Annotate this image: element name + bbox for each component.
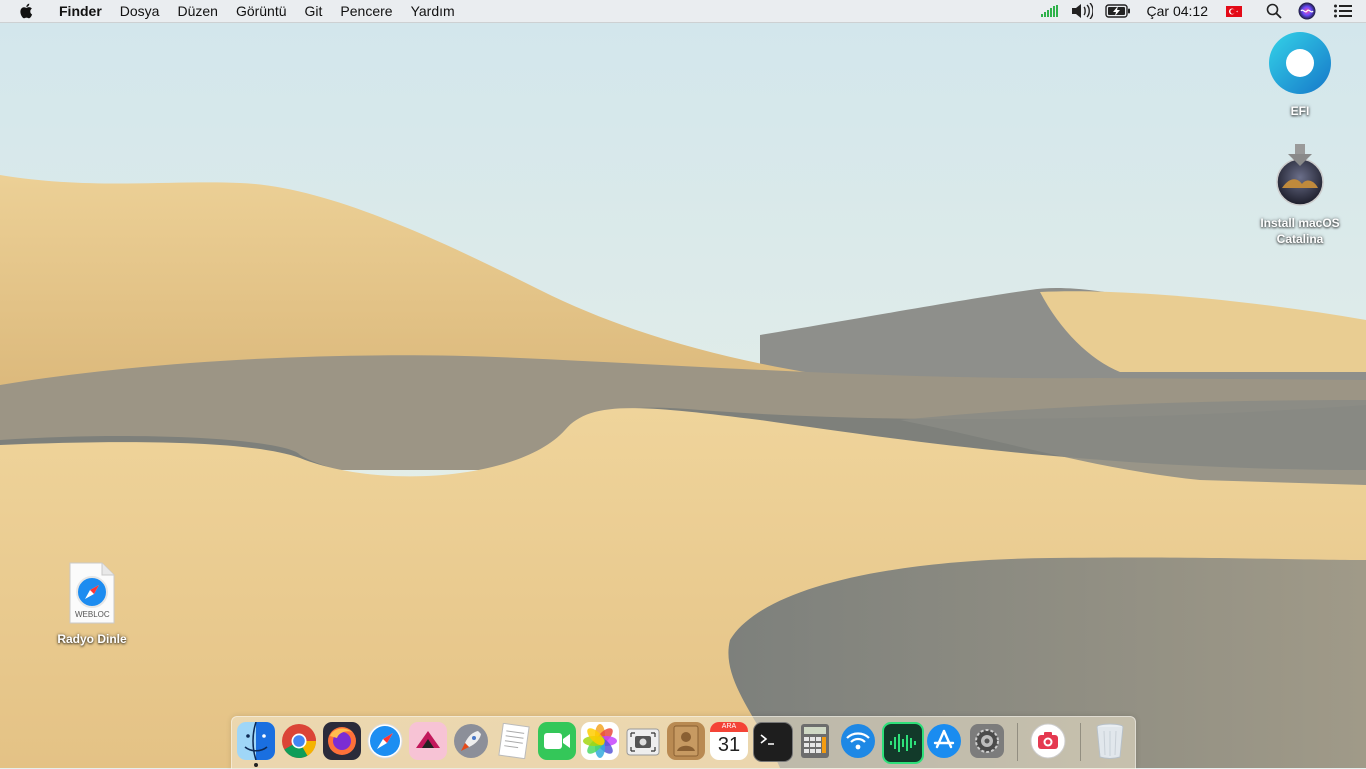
dock-photo-booth-icon[interactable] [1029,722,1067,760]
dock-trash-icon[interactable] [1091,722,1129,760]
install-catalina-icon [1276,144,1324,206]
dock-terminal-icon[interactable] [753,722,793,762]
turkish-flag-icon[interactable] [1226,0,1242,22]
spotlight-search-icon[interactable] [1266,0,1282,22]
desktop-icon-efi[interactable]: EFI [1245,30,1355,119]
notification-center-icon[interactable] [1334,0,1352,22]
desktop-wallpaper [0,0,1366,768]
dock-finder-icon[interactable] [237,722,275,760]
menu-bar-right: Çar 04:12 [1035,0,1366,22]
dock-chrome-icon[interactable] [280,722,318,760]
desktop-icon-label-line-2: Catalina [1276,232,1324,246]
battery-charging-icon[interactable] [1104,0,1131,22]
apple-menu-icon[interactable] [18,2,36,20]
dock-calculator-icon[interactable] [796,722,834,760]
dock-app-store-icon[interactable] [925,722,963,760]
dock-firefox-icon[interactable] [323,722,361,760]
dock-calendar-icon[interactable]: ARA 31 [710,722,748,760]
dock-separator-2 [1080,723,1081,761]
menu-git[interactable]: Git [296,0,332,22]
dock-wifi-utility-icon[interactable] [839,722,877,760]
webloc-badge: WEBLOC [75,610,110,619]
dock-system-preferences-icon[interactable] [968,722,1006,760]
desktop-icon-label: EFI [1290,104,1310,118]
menu-bar: Finder Dosya Düzen Görüntü Git Pencere Y… [0,0,1366,23]
menu-duzen[interactable]: Düzen [168,0,226,22]
dock-safari-icon[interactable] [366,722,404,760]
calendar-day: 31 [717,734,741,756]
menu-app-finder[interactable]: Finder [50,0,111,22]
desktop-icon-label: Radyo Dinle [57,632,127,646]
dock-photos-icon[interactable] [581,722,619,760]
dock-launchpad-icon[interactable] [452,722,490,760]
siri-icon[interactable] [1298,0,1316,22]
menu-bar-left: Finder Dosya Düzen Görüntü Git Pencere Y… [0,0,464,22]
dock-separator [1017,723,1018,761]
signal-strength-icon[interactable] [1040,0,1059,22]
efi-drive-icon [1269,32,1331,94]
dock-screenshot-icon[interactable] [624,722,662,760]
menu-yardim[interactable]: Yardım [402,0,464,22]
dock-affinity-icon[interactable] [409,722,447,760]
calendar-month: ARA [710,722,748,732]
dock-textedit-icon[interactable] [495,722,533,760]
desktop-icon-install-catalina[interactable]: Install macOS Catalina [1245,142,1355,247]
menu-clock[interactable]: Çar 04:12 [1147,0,1208,22]
desktop-icon-label-line-1: Install macOS [1260,216,1340,230]
volume-icon[interactable] [1071,0,1093,22]
dock: ARA 31 [231,716,1136,769]
menu-goruntu[interactable]: Görüntü [227,0,296,22]
menu-dosya[interactable]: Dosya [111,0,169,22]
desktop-icon-radyo-dinle[interactable]: WEBLOC Radyo Dinle [37,562,147,647]
menu-pencere[interactable]: Pencere [331,0,401,22]
dock-contacts-icon[interactable] [667,722,705,760]
finder-running-indicator [254,763,258,767]
dock-audio-editor-icon[interactable] [882,722,924,764]
dock-facetime-icon[interactable] [538,722,576,760]
